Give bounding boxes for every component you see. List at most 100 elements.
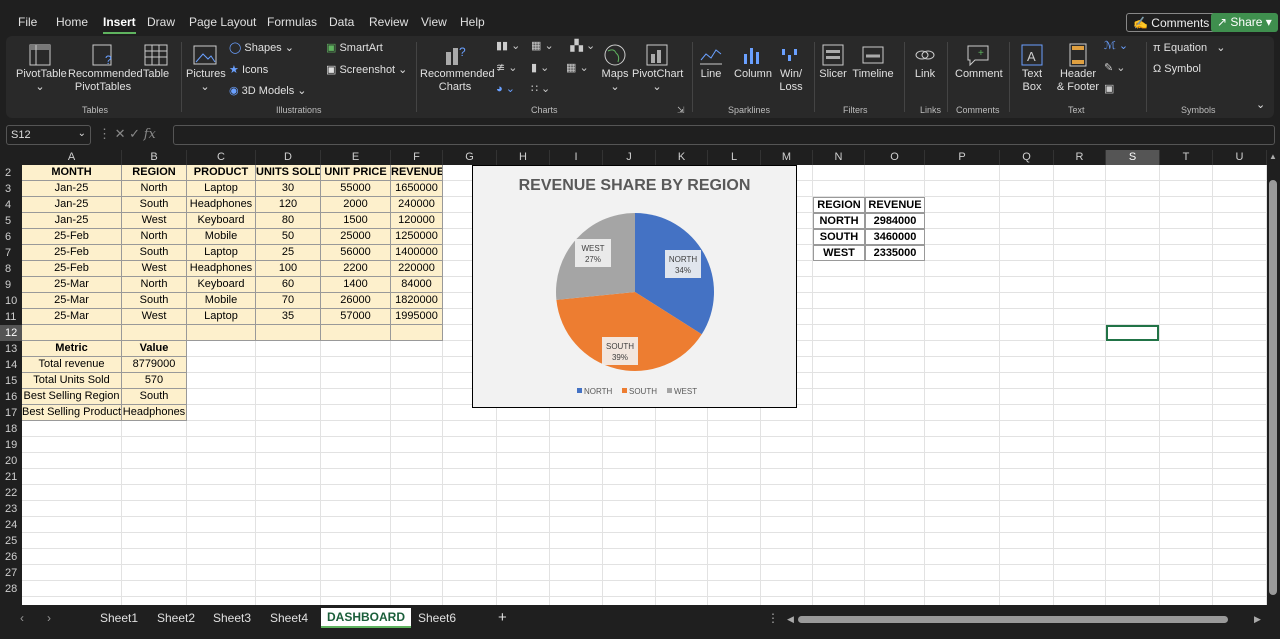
- scroll-up-arrow[interactable]: ▲: [1269, 152, 1277, 161]
- table-cell[interactable]: 25-Mar: [22, 293, 122, 309]
- screenshot-button[interactable]: ▣ Screenshot ⌄: [326, 63, 407, 76]
- summary-cell[interactable]: 3460000: [865, 229, 925, 245]
- column-header-s[interactable]: S: [1106, 150, 1160, 165]
- table-cell[interactable]: 56000: [321, 245, 391, 261]
- row-header-19[interactable]: 19: [0, 437, 22, 453]
- tab-split-handle[interactable]: ⋮: [767, 611, 779, 625]
- table-cell[interactable]: 35: [256, 309, 321, 325]
- row-header-3[interactable]: 3: [0, 181, 22, 197]
- table-cell[interactable]: 100: [256, 261, 321, 277]
- scroll-left-arrow[interactable]: ◀: [787, 614, 794, 625]
- tab-formulas[interactable]: Formulas: [267, 15, 317, 29]
- sheet-tab-sheet1[interactable]: Sheet1: [100, 611, 138, 625]
- slicer-button[interactable]: Slicer: [818, 42, 848, 81]
- column-header-i[interactable]: I: [550, 150, 603, 165]
- sheet-tab-sheet6[interactable]: Sheet6: [418, 611, 456, 625]
- table-cell[interactable]: West: [122, 309, 187, 325]
- more-icon[interactable]: ⋮: [98, 126, 111, 141]
- column-header-r[interactable]: R: [1054, 150, 1106, 165]
- table-cell[interactable]: Laptop: [187, 309, 256, 325]
- table-cell[interactable]: 25-Feb: [22, 261, 122, 277]
- metric-header-cell[interactable]: Value: [122, 341, 187, 357]
- row-header-8[interactable]: 8: [0, 261, 22, 277]
- table-cell-empty[interactable]: [391, 325, 443, 341]
- sheet-tab-sheet2[interactable]: Sheet2: [157, 611, 195, 625]
- metric-cell[interactable]: Best Selling Region: [22, 389, 122, 405]
- table-cell[interactable]: 25-Mar: [22, 309, 122, 325]
- comment-button[interactable]: + Comment: [955, 42, 1003, 81]
- recommended-charts-button[interactable]: ? Recommended Charts: [420, 42, 495, 94]
- table-cell[interactable]: Headphones: [187, 261, 256, 277]
- table-cell[interactable]: 26000: [321, 293, 391, 309]
- wordart-button[interactable]: ℳ ⌄: [1104, 39, 1128, 52]
- add-sheet-button[interactable]: +: [498, 609, 507, 626]
- charts-dialog-launcher[interactable]: ⇲: [677, 105, 685, 116]
- sparkline-column-button[interactable]: Column: [734, 42, 772, 81]
- row-header-5[interactable]: 5: [0, 213, 22, 229]
- share-button[interactable]: ↗ Share ▾: [1211, 13, 1278, 32]
- summary-cell[interactable]: SOUTH: [813, 229, 865, 245]
- tab-help[interactable]: Help: [460, 15, 485, 29]
- table-cell[interactable]: 25: [256, 245, 321, 261]
- stat-chart-menu[interactable]: ▮ ⌄: [531, 61, 549, 74]
- hierarchy-chart-menu[interactable]: ▦ ⌄: [531, 39, 554, 52]
- metric-cell[interactable]: South: [122, 389, 187, 405]
- recommended-pivottables-button[interactable]: ? Recommended PivotTables: [68, 42, 143, 94]
- tab-view[interactable]: View: [421, 15, 447, 29]
- table-cell[interactable]: Laptop: [187, 181, 256, 197]
- waterfall-chart-menu[interactable]: ▗▚ ⌄: [566, 39, 595, 52]
- row-header-13[interactable]: 13: [0, 341, 22, 357]
- tab-file[interactable]: File: [18, 15, 37, 29]
- row-header-20[interactable]: 20: [0, 453, 22, 469]
- table-cell[interactable]: Laptop: [187, 245, 256, 261]
- table-cell-empty[interactable]: [22, 325, 122, 341]
- table-cell[interactable]: Keyboard: [187, 213, 256, 229]
- column-header-j[interactable]: J: [603, 150, 656, 165]
- table-header-cell[interactable]: REVENUE: [391, 165, 443, 181]
- tab-data[interactable]: Data: [329, 15, 354, 29]
- table-cell[interactable]: 25-Mar: [22, 277, 122, 293]
- table-cell[interactable]: Jan-25: [22, 197, 122, 213]
- column-header-l[interactable]: L: [708, 150, 761, 165]
- row-header-28[interactable]: 28: [0, 581, 22, 597]
- table-cell[interactable]: 2000: [321, 197, 391, 213]
- equation-button[interactable]: π Equation ⌄: [1153, 41, 1225, 54]
- metric-header-cell[interactable]: Metric: [22, 341, 122, 357]
- column-header-b[interactable]: B: [122, 150, 187, 165]
- summary-cell[interactable]: 2335000: [865, 245, 925, 261]
- table-cell[interactable]: 220000: [391, 261, 443, 277]
- column-header-n[interactable]: N: [813, 150, 865, 165]
- tab-page-layout[interactable]: Page Layout: [189, 15, 256, 29]
- scroll-thumb[interactable]: [1269, 180, 1277, 595]
- legend-label-west[interactable]: WEST: [674, 387, 697, 396]
- table-header-cell[interactable]: REGION: [122, 165, 187, 181]
- column-header-q[interactable]: Q: [1000, 150, 1054, 165]
- table-cell[interactable]: 1250000: [391, 229, 443, 245]
- summary-cell[interactable]: WEST: [813, 245, 865, 261]
- table-cell[interactable]: 30: [256, 181, 321, 197]
- column-header-k[interactable]: K: [656, 150, 708, 165]
- sparkline-line-button[interactable]: Line: [698, 42, 724, 81]
- column-chart-menu[interactable]: ▮▮ ⌄: [496, 39, 520, 52]
- table-cell[interactable]: 1995000: [391, 309, 443, 325]
- comments-button[interactable]: ✍ Comments: [1126, 13, 1217, 32]
- table-cell-empty[interactable]: [122, 325, 187, 341]
- table-cell[interactable]: Mobile: [187, 293, 256, 309]
- column-header-d[interactable]: D: [256, 150, 321, 165]
- smartart-button[interactable]: ▣ SmartArt: [326, 41, 383, 54]
- column-header-o[interactable]: O: [865, 150, 925, 165]
- summary-header-cell[interactable]: REGION: [813, 197, 865, 213]
- table-cell-empty[interactable]: [256, 325, 321, 341]
- table-cell[interactable]: 1500: [321, 213, 391, 229]
- row-header-27[interactable]: 27: [0, 565, 22, 581]
- row-header-11[interactable]: 11: [0, 309, 22, 325]
- tab-insert[interactable]: Insert: [103, 15, 136, 34]
- vertical-scrollbar[interactable]: ▲: [1267, 150, 1280, 605]
- legend-label-north[interactable]: NORTH: [584, 387, 613, 396]
- metric-cell[interactable]: 8779000: [122, 357, 187, 373]
- next-sheet-arrow[interactable]: ›: [47, 611, 51, 625]
- selected-cell[interactable]: [1106, 325, 1159, 341]
- sheet-tab-sheet4[interactable]: Sheet4: [270, 611, 308, 625]
- row-header-24[interactable]: 24: [0, 517, 22, 533]
- table-cell[interactable]: South: [122, 245, 187, 261]
